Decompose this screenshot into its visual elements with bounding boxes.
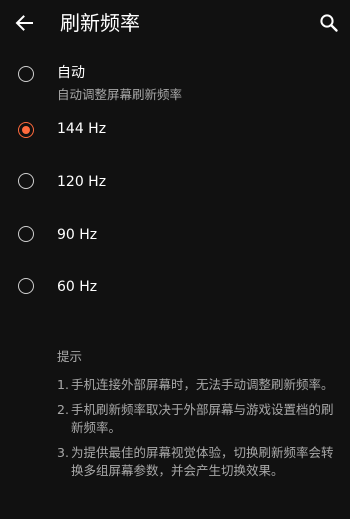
option-60hz-label: 60 Hz xyxy=(57,279,98,295)
tip-text: 为提供最佳的屏幕视觉体验，切换刷新频率会转换多组屏幕参数，并会产生切换效果。 xyxy=(71,445,334,478)
radio-auto[interactable] xyxy=(18,66,34,82)
radio-144hz[interactable] xyxy=(18,122,34,138)
option-144hz-label: 144 Hz xyxy=(57,121,107,137)
search-button[interactable] xyxy=(317,11,341,35)
tip-number: 3. xyxy=(57,445,69,460)
tip-number: 2. xyxy=(57,402,69,417)
tip-item: 3. 为提供最佳的屏幕视觉体验，切换刷新频率会转换多组屏幕参数，并会产生切换效果… xyxy=(57,444,341,480)
tip-text: 手机连接外部屏幕时，无法手动调整刷新频率。 xyxy=(71,377,334,392)
back-button[interactable] xyxy=(12,11,36,35)
app-bar: 刷新频率 xyxy=(0,0,350,48)
tip-number: 1. xyxy=(57,377,69,392)
page-title: 刷新频率 xyxy=(60,11,140,35)
tip-item: 2. 手机刷新频率取决于外部屏幕与游戏设置档的刷新频率。 xyxy=(57,401,341,437)
option-90hz[interactable]: 90 Hz xyxy=(0,218,350,254)
tip-item: 1. 手机连接外部屏幕时，无法手动调整刷新频率。 xyxy=(57,376,341,394)
radio-120hz[interactable] xyxy=(18,173,34,189)
option-90hz-label: 90 Hz xyxy=(57,227,98,243)
tips-title: 提示 xyxy=(57,349,83,364)
option-60hz[interactable]: 60 Hz xyxy=(0,270,350,306)
option-120hz-label: 120 Hz xyxy=(57,174,107,190)
tips-section: 提示 1. 手机连接外部屏幕时，无法手动调整刷新频率。 2. 手机刷新频率取决于… xyxy=(57,348,341,487)
tip-text: 手机刷新频率取决于外部屏幕与游戏设置档的刷新频率。 xyxy=(71,402,334,435)
search-icon xyxy=(320,14,338,32)
option-144hz[interactable]: 144 Hz xyxy=(0,112,350,148)
option-120hz[interactable]: 120 Hz xyxy=(0,165,350,201)
option-auto-description: 自动调整屏幕刷新频率 xyxy=(57,87,183,102)
option-auto-label: 自动 xyxy=(57,65,85,81)
arrow-left-icon xyxy=(15,15,33,31)
radio-90hz[interactable] xyxy=(18,226,34,242)
option-auto[interactable]: 自动 自动调整屏幕刷新频率 xyxy=(0,56,350,108)
radio-60hz[interactable] xyxy=(18,278,34,294)
